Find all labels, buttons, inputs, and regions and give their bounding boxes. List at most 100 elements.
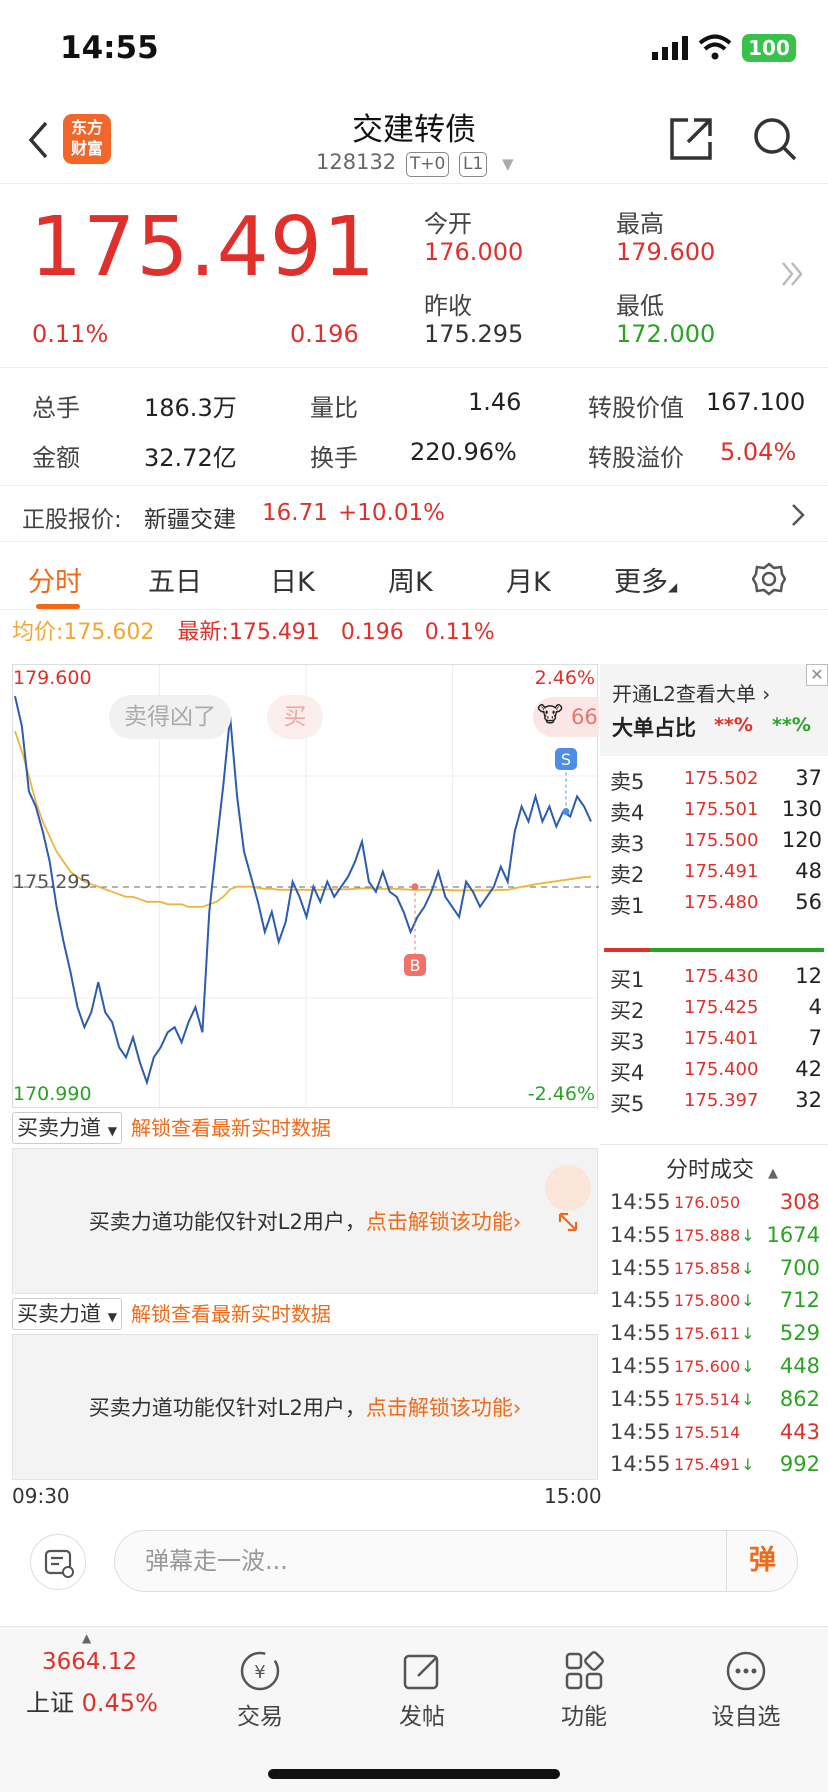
share-icon[interactable] [668,116,714,162]
index-value: 3664.12 [42,1649,138,1675]
level1-tag: L1 [459,152,488,177]
bid-level: 买4 [610,1061,645,1085]
stock-header: 东方 财富 交建转债 128132 T+0 L1 ▼ [0,100,828,184]
close-icon[interactable]: ✕ [806,664,828,686]
change-percent: 0.11% [32,320,109,348]
trade-volume: 308 [779,1190,820,1214]
buy-marker-label: B [410,956,421,975]
bid-volume: 32 [795,1088,822,1112]
danmu-settings-icon[interactable] [30,1534,86,1590]
ask-level: 卖2 [610,863,645,887]
open-label: 今开 [424,210,472,238]
chart-series [14,695,592,1086]
depth-bar-red [604,948,650,952]
unlock-link-1[interactable]: 解锁查看最新实时数据 [131,1116,331,1140]
ask-volume: 37 [795,766,822,790]
y-max-label: 179.600 [13,667,92,689]
index-ticker[interactable]: ▲ 3664.12 上证 0.45% [20,1627,160,1727]
trade-price: 175.514 [674,1422,741,1442]
ask-row: 卖2 175.491 48 [610,859,822,894]
tab-weekly-k[interactable]: 周K [388,560,433,599]
l2-promo[interactable]: 开通L2查看大单 › 大单占比 **% **% ✕ [600,664,828,756]
bid-level: 买2 [610,999,645,1023]
battery-indicator: 100 [742,34,796,62]
trades-title[interactable]: 分时成交 ▲ [666,1152,778,1184]
l2-title: 开通L2查看大单 › [612,682,771,706]
bid-row: 买3 175.401 7 [610,1026,822,1061]
ask-price: 175.501 [684,799,759,820]
underlying-stock-row[interactable]: 正股报价: 新疆交建 16.71 +10.01% [0,486,828,542]
intraday-chart[interactable]: SB 179.600 2.46% 175.295 170.990 -2.46% … [12,664,599,1109]
volume-ratio-label: 量比 [310,394,358,422]
tab-five-day[interactable]: 五日 [148,560,202,599]
trade-row: 14:55 175.858↓ 700 [610,1256,822,1293]
conversion-value: 167.100 [706,388,806,416]
stock-code: 128132 [316,150,397,174]
tab-daily-k[interactable]: 日K [270,560,315,599]
underlying-price: 16.71 [262,500,328,526]
unlock-link-2[interactable]: 解锁查看最新实时数据 [131,1302,331,1326]
trade-time: 14:55 [610,1222,671,1247]
status-bar: 14:55 100 [0,0,828,100]
average-line [14,730,592,908]
sort-up-icon: ▲ [768,1166,779,1181]
ask-price: 175.502 [684,768,759,789]
latest-value: 175.491 [228,620,320,645]
unlock-feature-link-2[interactable]: 点击解锁该功能› [366,1396,521,1420]
low-value: 172.000 [616,320,716,348]
tab-more[interactable]: 更多◢ [614,560,677,599]
latest-label: 最新: [177,620,229,645]
bid-price: 175.425 [684,997,759,1018]
amount-label: 金额 [32,444,80,472]
settings-icon[interactable] [752,562,786,596]
conversion-value-label: 转股价值 [588,394,684,422]
bid-level: 买5 [610,1092,645,1116]
trade-price: 175.514↓ [674,1389,755,1409]
danmu-toggle-button[interactable]: 弹 [726,1530,798,1592]
high-value: 179.600 [616,238,716,266]
y-min-label: 170.990 [13,1083,92,1105]
locked-msg-2: 买卖力道功能仅针对L2用户， [88,1396,366,1420]
index-percent: 0.45% [81,1689,158,1717]
pct-up-label: 2.46% [534,667,595,689]
big-order-label: 大单占比 [612,716,696,740]
danmu-pill-buy[interactable]: 买 [267,695,323,739]
nav-trade[interactable]: ¥ 交易 [200,1649,320,1731]
ask-row: 卖5 175.502 37 [610,766,822,801]
trade-row: 14:55 175.800↓ 712 [610,1288,822,1325]
tab-monthly-k[interactable]: 月K [506,560,551,599]
nav-watchlist[interactable]: 设自选 [686,1649,806,1731]
ask-level: 卖4 [610,801,645,825]
status-time: 14:55 [60,30,159,66]
unlock-feature-link-1[interactable]: 点击解锁该功能› [366,1210,521,1234]
time-end-label: 15:00 [544,1484,602,1508]
bid-price: 175.397 [684,1090,759,1111]
quote-panel: 175.491 0.11% 0.196 今开 176.000 最高 179.60… [0,184,828,368]
turnover-label: 换手 [310,444,358,472]
mascot-badge[interactable]: 🐮 66 [533,697,599,737]
danmu-pill-sell[interactable]: 卖得凶了 [109,695,231,739]
high-label: 最高 [616,210,664,238]
ask-volume: 48 [795,859,822,883]
indicator-dropdown-1[interactable]: 买卖力道 ▼ [12,1112,122,1144]
change-value: 0.196 [290,320,359,348]
stock-code-row[interactable]: 128132 T+0 L1 ▼ [316,150,514,177]
indicator-dropdown-2[interactable]: 买卖力道 ▼ [12,1298,122,1330]
baseline-label: 175.295 [13,871,92,893]
trade-row: 14:55 175.514↓ 862 [610,1387,822,1424]
danmu-input[interactable]: 弹幕走一波... [114,1530,798,1592]
search-icon[interactable] [752,116,798,162]
expand-right-icon[interactable] [780,260,804,288]
expand-icon[interactable] [545,1165,591,1232]
tab-intraday[interactable]: 分时 [28,560,82,599]
trade-icon: ¥ [240,1651,280,1691]
trade-volume: 1674 [766,1222,820,1247]
down-arrow-icon: ↓ [741,1291,755,1311]
ask-row: 卖4 175.501 130 [610,797,822,832]
nav-functions[interactable]: 功能 [524,1649,644,1731]
nav-post[interactable]: 发帖 [362,1649,482,1731]
underlying-name: 新疆交建 [144,507,236,533]
trade-row: 14:55 175.600↓ 448 [610,1354,822,1391]
locked-panel-1: 买卖力道功能仅针对L2用户，点击解锁该功能› [12,1148,598,1294]
bid-row: 买1 175.430 12 [610,964,822,999]
